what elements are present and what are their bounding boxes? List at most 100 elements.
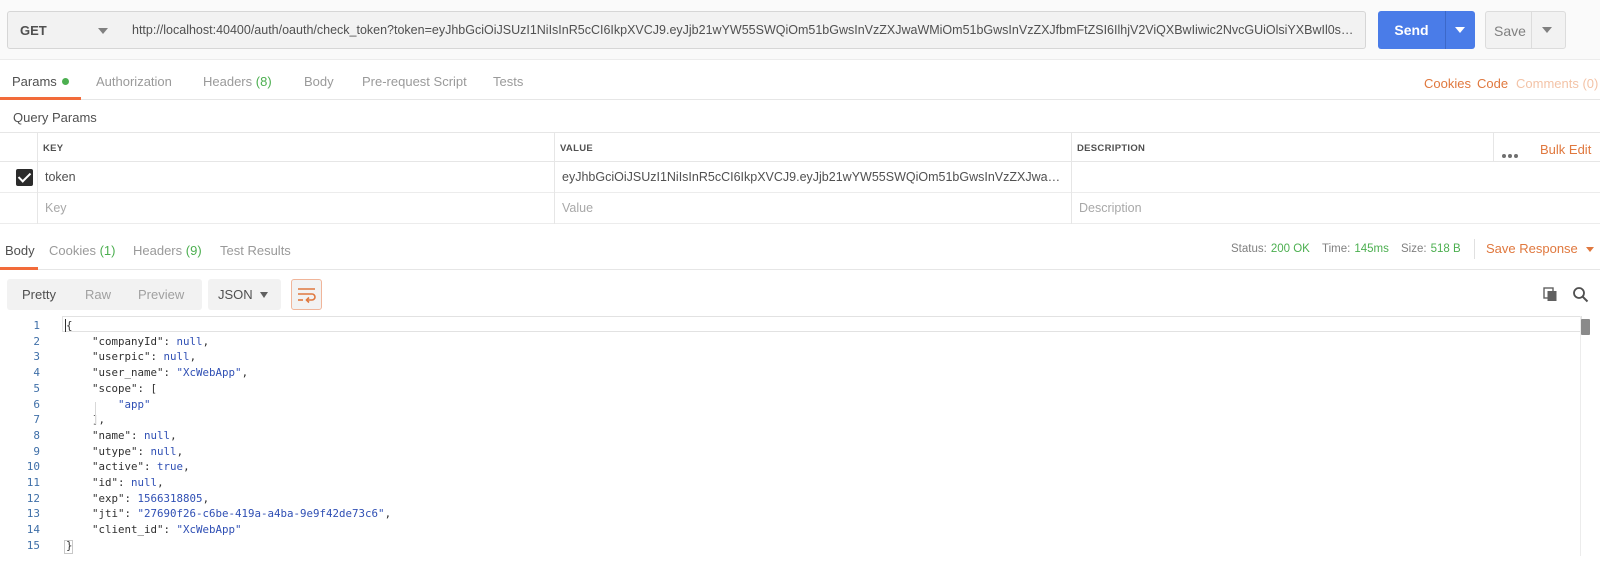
save-label: Save xyxy=(1494,23,1526,39)
wrap-lines-icon xyxy=(298,288,316,304)
code-line: "exp": 1566318805, xyxy=(92,491,210,505)
response-body-editor[interactable]: 1 2 3 4 5 6 7 8 9 10 11 12 13 14 15 { "companyId": nul… xyxy=(0,316,1600,564)
response-headers-count: (9) xyxy=(185,243,202,258)
params-active-dot xyxy=(61,78,69,85)
chevron-down-icon xyxy=(260,292,268,298)
query-params-title: Query Params xyxy=(13,110,97,125)
format-raw[interactable]: Raw xyxy=(85,287,111,302)
key-input[interactable]: Key xyxy=(45,201,67,215)
save-response-label: Save Response xyxy=(1486,241,1578,256)
send-button[interactable]: Send xyxy=(1378,11,1475,49)
bracket-match-highlight xyxy=(64,540,73,554)
active-line-highlight xyxy=(62,316,1582,332)
chevron-down-icon[interactable] xyxy=(1455,27,1465,33)
line-number: 10 xyxy=(26,460,40,474)
time-readout: Time: 145ms xyxy=(1322,243,1389,255)
tab-params[interactable]: Params xyxy=(12,74,69,89)
wrap-lines-button[interactable] xyxy=(291,279,322,310)
tab-test-results[interactable]: Test Results xyxy=(220,243,291,258)
tab-cookies-label: Cookies xyxy=(49,243,96,258)
code-link[interactable]: Code xyxy=(1477,76,1508,91)
line-number: 7 xyxy=(33,413,40,427)
method-select[interactable]: GET xyxy=(7,11,123,49)
line-number: 12 xyxy=(26,491,40,505)
cookies-count: (1) xyxy=(99,243,116,258)
tab-response-body[interactable]: Body xyxy=(5,243,35,258)
code-line: "user_name": "XcWebApp", xyxy=(92,366,249,380)
code-line: "scope": [ xyxy=(92,381,158,395)
language-select[interactable]: JSON xyxy=(208,279,281,310)
column-divider xyxy=(1493,132,1494,162)
chevron-down-icon xyxy=(98,28,108,34)
column-divider xyxy=(554,132,555,224)
size-value: 518 B xyxy=(1430,243,1461,255)
line-number: 5 xyxy=(33,381,40,395)
tab-headers[interactable]: Headers (8) xyxy=(203,74,272,89)
size-readout: Size: 518 B xyxy=(1401,243,1461,255)
code-line: { xyxy=(66,319,73,332)
code-line: "name": null, xyxy=(92,428,177,442)
code-line: "userpic": null, xyxy=(92,350,197,364)
tab-authorization[interactable]: Authorization xyxy=(96,74,172,89)
more-horizontal-icon[interactable] xyxy=(1502,146,1520,161)
request-tabs: Params Authorization Headers (8) Body Pr… xyxy=(0,60,1600,100)
tab-headers-label: Headers xyxy=(203,74,253,89)
code-line: "app" xyxy=(118,397,151,411)
search-icon[interactable] xyxy=(1572,286,1589,303)
url-input[interactable]: http://localhost:40400/auth/oauth/check_… xyxy=(122,11,1366,49)
param-key[interactable]: token xyxy=(45,170,545,184)
line-number: 13 xyxy=(26,507,40,521)
tab-body[interactable]: Body xyxy=(304,74,334,89)
line-number: 14 xyxy=(26,523,40,537)
description-input[interactable]: Description xyxy=(1079,201,1142,215)
status-label: Status: xyxy=(1231,243,1267,255)
headers-count: (8) xyxy=(255,74,272,89)
code-line: "utype": null, xyxy=(92,444,184,458)
tab-params-label: Params xyxy=(12,74,57,89)
line-number: 9 xyxy=(33,444,40,458)
line-number: 4 xyxy=(33,366,40,380)
method-label: GET xyxy=(20,23,47,38)
divider xyxy=(1474,239,1475,259)
format-preview[interactable]: Preview xyxy=(138,287,184,302)
chevron-down-icon[interactable] xyxy=(1542,27,1552,33)
text-cursor xyxy=(65,319,66,332)
active-tab-indicator xyxy=(0,267,38,270)
line-number: 6 xyxy=(33,397,40,411)
status-value: 200 OK xyxy=(1270,243,1310,255)
column-value: VALUE xyxy=(560,143,593,154)
cookies-link[interactable]: Cookies xyxy=(1424,76,1471,91)
checkbox-checked-icon[interactable] xyxy=(16,169,33,186)
time-label: Time: xyxy=(1322,243,1351,255)
send-divider xyxy=(1445,11,1446,49)
response-tabs: Body Cookies (1) Headers (9) Test Result… xyxy=(0,230,1600,270)
tab-tests[interactable]: Tests xyxy=(493,74,523,89)
size-label: Size: xyxy=(1401,243,1427,255)
code-line: "jti": "27690f26-c6be-419a-a4ba-9e9f42de… xyxy=(92,507,392,521)
line-number: 11 xyxy=(26,476,40,489)
value-input[interactable]: Value xyxy=(562,201,593,215)
save-button[interactable]: Save xyxy=(1485,11,1566,49)
column-divider xyxy=(1071,132,1072,224)
time-value: 145ms xyxy=(1354,243,1389,255)
code-line: ], xyxy=(66,413,106,427)
scrollbar-thumb[interactable] xyxy=(1581,319,1590,335)
param-value[interactable]: eyJhbGciOiJSUzI1NiIsInR5cCI6IkpXVCJ9.eyJ… xyxy=(562,170,1062,184)
code-line: "client_id": "XcWebApp" xyxy=(92,523,242,537)
table-row-new: Key Value Description xyxy=(0,193,1600,224)
format-pretty[interactable]: Pretty xyxy=(22,287,56,302)
code-line: "companyId": null, xyxy=(92,334,210,348)
column-divider xyxy=(37,132,38,224)
tab-prerequest-script[interactable]: Pre-request Script xyxy=(362,74,467,89)
bulk-edit-link[interactable]: Bulk Edit xyxy=(1540,142,1591,157)
tab-response-cookies[interactable]: Cookies (1) xyxy=(49,243,115,258)
line-number: 1 xyxy=(33,319,40,332)
tab-response-headers[interactable]: Headers (9) xyxy=(133,243,202,258)
scrollbar[interactable] xyxy=(1580,316,1592,556)
table-header: KEY VALUE DESCRIPTION Bulk Edit xyxy=(0,132,1600,162)
save-response-button[interactable]: Save Response xyxy=(1486,241,1594,256)
chevron-down-icon xyxy=(1585,247,1594,252)
request-bar: GET http://localhost:40400/auth/oauth/ch… xyxy=(0,0,1600,60)
copy-icon[interactable] xyxy=(1543,287,1558,302)
comments-link[interactable]: Comments (0) xyxy=(1516,76,1598,91)
